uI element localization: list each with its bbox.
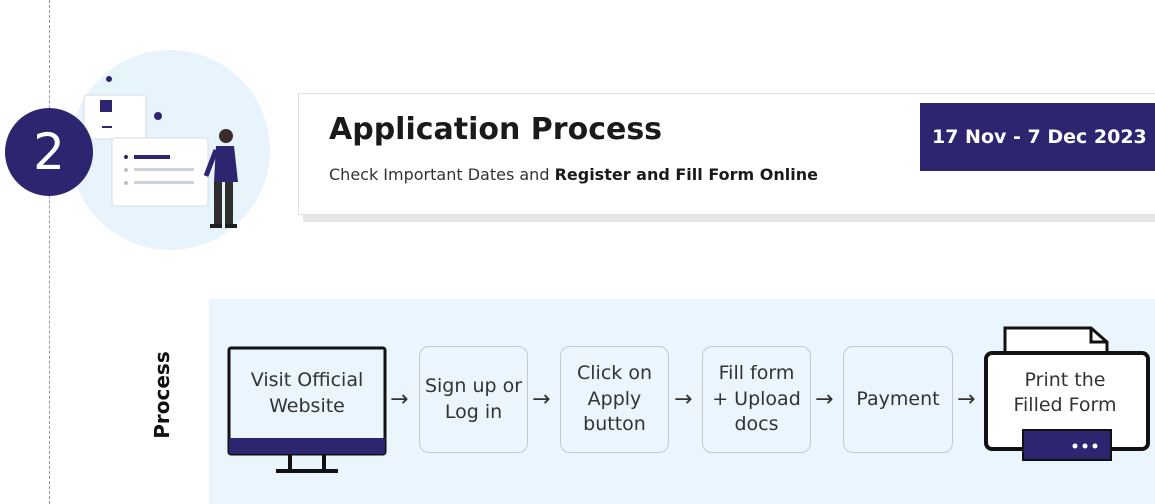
step-fill-form: Fill form + Upload docs — [702, 346, 811, 453]
applicant-illustration — [70, 50, 270, 250]
card-subtitle: Check Important Dates and Register and F… — [329, 165, 818, 184]
step-number-badge: 2 — [5, 108, 93, 196]
date-range-badge: 17 Nov - 7 Dec 2023 — [920, 103, 1155, 171]
step-label: Fill form + Upload docs — [712, 362, 801, 436]
arrow-1: → — [390, 387, 409, 412]
card-title: Application Process — [329, 112, 663, 147]
step-label: Click on Apply button — [577, 362, 652, 436]
step-click-apply: Click on Apply button — [560, 346, 669, 453]
step-signup-login: Sign up or Log in — [419, 346, 528, 453]
subtitle-plain: Check Important Dates and — [329, 165, 555, 184]
arrow-3: → — [674, 387, 693, 412]
timeline-dashed-line — [49, 0, 50, 504]
step-print-form: Print the Filled Form — [1013, 369, 1117, 416]
step-visit-website: Visit Official Website — [250, 369, 364, 417]
step-payment: Payment — [843, 346, 953, 453]
arrow-2: → — [532, 387, 551, 412]
arrow-4: → — [815, 387, 834, 412]
step-label: Payment — [856, 387, 940, 410]
subtitle-bold: Register and Fill Form Online — [554, 165, 818, 184]
process-label: Process — [150, 351, 174, 439]
step-label: Sign up or Log in — [424, 374, 523, 423]
arrow-5: → — [957, 387, 976, 412]
